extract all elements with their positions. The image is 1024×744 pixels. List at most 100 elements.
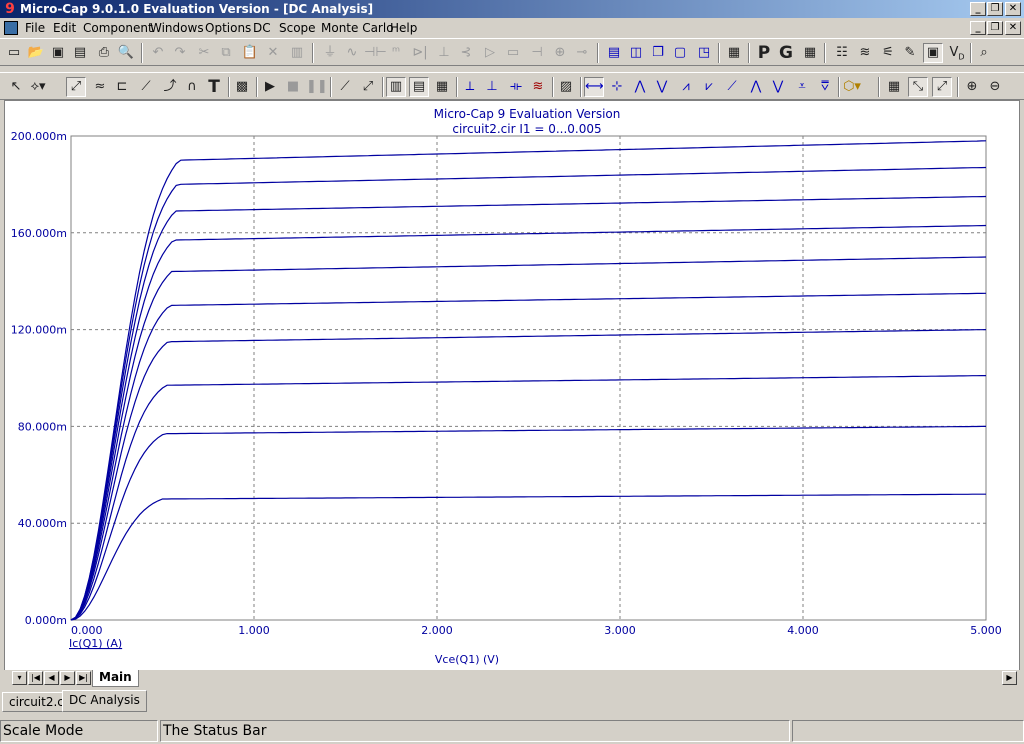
bottom-icon[interactable]: ⩢	[815, 77, 835, 97]
child-close-button[interactable]: ✕	[1005, 21, 1021, 35]
minimize-button[interactable]: _	[970, 2, 986, 16]
select-all-icon[interactable]: ▥	[287, 43, 307, 63]
low-icon[interactable]: ⩗	[699, 77, 719, 97]
peak-icon[interactable]: ⋀	[630, 77, 650, 97]
open-icon[interactable]: 📂	[26, 43, 46, 63]
tag-horizontal-icon[interactable]: ⊥	[482, 77, 502, 97]
source-icon-3[interactable]: ⊸	[572, 43, 592, 63]
global-high-icon[interactable]: ⋀	[746, 77, 766, 97]
wire-icon[interactable]: ≈	[90, 77, 110, 97]
print-preview-icon[interactable]: 🔍	[116, 43, 136, 63]
npn-icon[interactable]: ⊰	[456, 43, 476, 63]
properties-icon[interactable]: ▩	[232, 77, 252, 97]
redo-icon[interactable]: ↷	[170, 43, 190, 63]
zoom-out-icon[interactable]: ⊖	[985, 77, 1005, 97]
resistor-icon[interactable]: ∿	[342, 43, 362, 63]
x-axis-label[interactable]: Vce(Q1) (V)	[435, 653, 499, 666]
inflection-icon[interactable]: ⟋	[722, 77, 742, 97]
restore-button[interactable]: ❐	[987, 2, 1003, 16]
menu-file[interactable]: File	[25, 21, 45, 35]
waveform-color-icon[interactable]: ≋	[528, 77, 548, 97]
tile-horizontal-icon[interactable]: ▤	[604, 43, 624, 63]
point-tag-icon[interactable]: ⤴	[160, 77, 180, 97]
node-numbers-icon[interactable]: ☷	[832, 43, 852, 63]
select-arrow-icon[interactable]: ↖	[6, 77, 26, 97]
page-menu-button[interactable]: ▾	[12, 671, 27, 685]
run-icon[interactable]: ▶	[260, 77, 280, 97]
draw-arrow-icon[interactable]: ⤢	[358, 77, 378, 97]
high-icon[interactable]: ⩘	[676, 77, 696, 97]
flag-icon[interactable]: ⟋	[136, 77, 156, 97]
horizontal-tag-icon[interactable]: ∩	[182, 77, 202, 97]
help-icon[interactable]: ⌕	[974, 43, 994, 63]
draw-line-icon[interactable]: ⟋	[335, 77, 355, 97]
value-icon[interactable]: VD	[947, 43, 967, 63]
auto-scale-icon[interactable]: ⤢	[932, 77, 952, 97]
copy-icon[interactable]: ⧉	[216, 43, 236, 63]
valley-icon[interactable]: ⋁	[652, 77, 672, 97]
tag-icon[interactable]: ⟂	[460, 77, 480, 97]
opamp-icon[interactable]: ▷	[480, 43, 500, 63]
paste-icon[interactable]: 📋	[240, 43, 260, 63]
chart-icon[interactable]: ▨	[556, 77, 576, 97]
pen-icon[interactable]: ✎	[900, 43, 920, 63]
child-restore-button[interactable]: ❐	[987, 21, 1003, 35]
menu-edit[interactable]: Edit	[53, 21, 76, 35]
inductor-icon[interactable]: ᵐ	[386, 43, 406, 63]
window-icon[interactable]: ▢	[670, 43, 690, 63]
y-axis-label[interactable]: Ic(Q1) (A)	[69, 637, 122, 650]
zoom-in-icon[interactable]: ⊕	[962, 77, 982, 97]
close-button[interactable]: ✕	[1005, 2, 1021, 16]
pause-icon[interactable]: ❚❚	[306, 77, 328, 97]
table-icon[interactable]: ▦	[800, 43, 820, 63]
cube-icon[interactable]: ⬡▾	[842, 77, 862, 97]
menu-monte-carlo[interactable]: Monte Carlo	[321, 21, 394, 35]
grid-icon[interactable]: ▥	[386, 77, 406, 97]
undo-icon[interactable]: ↶	[148, 43, 168, 63]
next-page-button[interactable]: ▶	[60, 671, 75, 685]
menu-dc[interactable]: DC	[253, 21, 271, 35]
scale-mode-icon[interactable]: ⤢	[66, 77, 86, 97]
plot-window[interactable]: Micro-Cap 9 Evaluation Version circuit2.…	[4, 100, 1020, 686]
diode-icon[interactable]: ⊳|	[410, 43, 430, 63]
tab-dc-analysis[interactable]: DC Analysis	[62, 690, 147, 712]
app-logo-icon[interactable]: 9	[3, 1, 17, 17]
menu-windows[interactable]: Windows	[150, 21, 204, 35]
probe-icon[interactable]: ⚟	[878, 43, 898, 63]
save-icon[interactable]: ▣	[48, 43, 68, 63]
split-icon[interactable]: ◳	[694, 43, 714, 63]
switch-icon[interactable]: ▭	[503, 43, 523, 63]
source-icon[interactable]: ⊣	[527, 43, 547, 63]
delete-icon[interactable]: ✕	[263, 43, 283, 63]
waveform-icon[interactable]: ≋	[855, 43, 875, 63]
save-all-icon[interactable]: ▤	[70, 43, 90, 63]
cut-icon[interactable]: ✂	[194, 43, 214, 63]
line-icon[interactable]: ⊏	[112, 77, 132, 97]
new-icon[interactable]: ▭	[4, 43, 24, 63]
page-icon[interactable]: P	[754, 43, 774, 63]
stop-icon[interactable]: ■	[283, 77, 303, 97]
xy-scale-icon[interactable]: ⤡	[908, 77, 928, 97]
document-icon[interactable]	[4, 21, 18, 35]
global-low-icon[interactable]: ⋁	[768, 77, 788, 97]
capacitor-icon[interactable]: ⊣⊢	[364, 43, 387, 63]
grid-text-icon[interactable]: ▦	[432, 77, 452, 97]
menu-scope[interactable]: Scope	[279, 21, 316, 35]
menu-component[interactable]: Component	[83, 21, 153, 35]
tab-main[interactable]: Main	[92, 670, 139, 687]
child-minimize-button[interactable]: _	[970, 21, 986, 35]
dc-analysis-plot[interactable]: Micro-Cap 9 Evaluation Version circuit2.…	[5, 101, 1019, 671]
minor-grid-icon[interactable]: ▤	[409, 77, 429, 97]
component-icon[interactable]: ⟡▾	[28, 77, 48, 97]
last-page-button[interactable]: ▶|	[76, 671, 91, 685]
table-icon[interactable]: ▦	[884, 77, 904, 97]
menu-help[interactable]: Help	[390, 21, 417, 35]
ground-icon[interactable]: ⏚	[320, 43, 340, 63]
print-icon[interactable]: ⎙	[94, 43, 114, 63]
text-mode-icon[interactable]: T	[204, 77, 224, 97]
prev-page-button[interactable]: ◀	[44, 671, 59, 685]
graph-icon[interactable]: G	[776, 43, 796, 63]
source-icon-2[interactable]: ⊕	[550, 43, 570, 63]
tile-vertical-icon[interactable]: ◫	[626, 43, 646, 63]
cursor-right-icon[interactable]: ⊹	[607, 77, 627, 97]
